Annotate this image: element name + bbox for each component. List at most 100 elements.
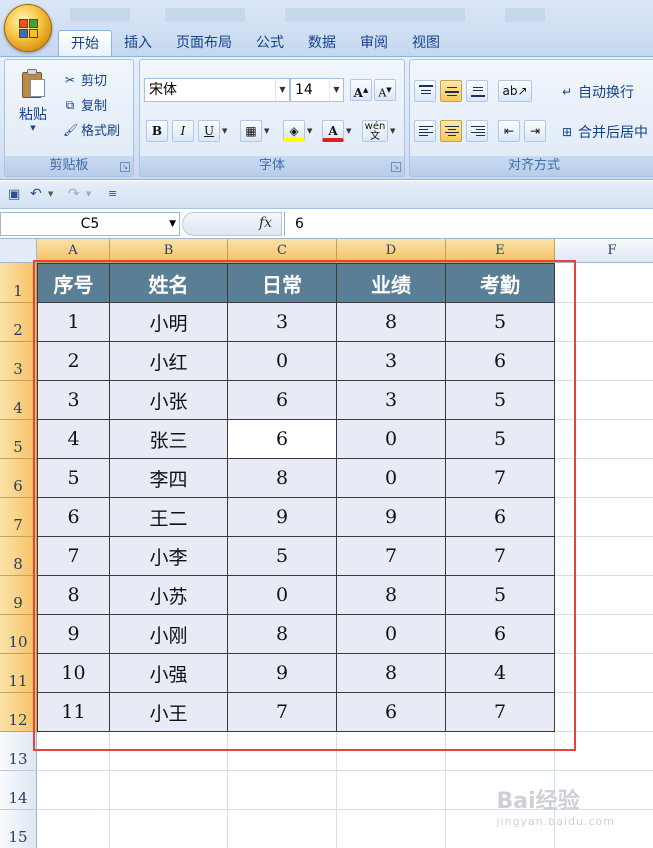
cut-button[interactable]: ✂ 剪切 [63, 70, 107, 90]
underline-button[interactable]: U [198, 120, 220, 142]
table-cell[interactable]: 张三 [110, 420, 228, 459]
font-size-combo[interactable]: 14 ▼ [290, 78, 344, 102]
copy-button[interactable]: ⧉ 复制 [63, 95, 107, 115]
table-cell[interactable]: 9 [228, 654, 337, 693]
tab-home[interactable]: 开始 [58, 30, 112, 56]
table-cell[interactable]: 0 [337, 420, 446, 459]
table-cell[interactable]: 8 [228, 459, 337, 498]
table-cell[interactable]: 5 [446, 303, 555, 342]
table-cell[interactable]: 5 [228, 537, 337, 576]
worksheet-grid[interactable]: A B C D E F 1 2 3 4 5 6 7 8 9 10 11 12 13 14 15 序号 姓名 日常 业绩 考勤 1 小明… [0, 239, 653, 848]
table-cell[interactable]: 6 [446, 498, 555, 537]
column-header-d[interactable]: D [337, 239, 446, 263]
header-cell[interactable]: 考勤 [446, 263, 555, 303]
align-left-button[interactable] [414, 120, 436, 142]
table-cell[interactable]: 2 [37, 342, 110, 381]
column-header-a[interactable]: A [37, 239, 110, 263]
table-cell[interactable]: 6 [37, 498, 110, 537]
table-cell[interactable]: 6 [446, 615, 555, 654]
chevron-down-icon[interactable]: ▼ [346, 120, 355, 142]
table-cell[interactable]: 9 [228, 498, 337, 537]
chevron-down-icon[interactable]: ▼ [264, 120, 273, 142]
row-header-3[interactable]: 3 [0, 342, 37, 381]
align-bottom-button[interactable] [466, 80, 488, 102]
bold-button[interactable]: B [146, 120, 168, 142]
format-painter-button[interactable]: 🖌 格式刷 [63, 120, 120, 140]
column-header-b[interactable]: B [110, 239, 228, 263]
tab-data[interactable]: 数据 [296, 30, 348, 56]
chevron-down-icon[interactable]: ▼ [222, 120, 231, 142]
table-cell[interactable]: 0 [337, 615, 446, 654]
name-box[interactable]: C5 ▼ [0, 212, 180, 236]
italic-button[interactable]: I [172, 120, 194, 142]
orientation-button[interactable]: ab↗ [498, 80, 532, 102]
row-header-11[interactable]: 11 [0, 654, 37, 693]
undo-icon[interactable]: ↶ [30, 186, 42, 202]
chevron-down-icon[interactable]: ▼ [307, 120, 316, 142]
table-cell[interactable]: 小明 [110, 303, 228, 342]
decrease-indent-button[interactable]: ⇤ [498, 120, 520, 142]
align-middle-button[interactable] [440, 80, 462, 102]
table-cell[interactable]: 5 [446, 576, 555, 615]
row-header-8[interactable]: 8 [0, 537, 37, 576]
chevron-down-icon[interactable]: ▼ [390, 120, 399, 142]
table-cell[interactable]: 3 [228, 303, 337, 342]
table-cell[interactable]: 8 [337, 303, 446, 342]
save-icon[interactable]: ▣ [8, 187, 20, 202]
shrink-font-button[interactable]: A▼ [374, 79, 396, 101]
row-header-7[interactable]: 7 [0, 498, 37, 537]
customize-toolbar-icon[interactable]: ≡ [108, 187, 117, 200]
table-cell[interactable]: 8 [337, 576, 446, 615]
table-cell[interactable]: 5 [446, 420, 555, 459]
clipboard-dialog-launcher[interactable]: ↘ [120, 162, 130, 172]
insert-function-icon[interactable]: fx [259, 215, 272, 231]
table-cell[interactable]: 0 [337, 459, 446, 498]
table-cell[interactable]: 7 [337, 537, 446, 576]
table-cell[interactable]: 8 [228, 615, 337, 654]
table-cell[interactable]: 3 [337, 342, 446, 381]
table-cell[interactable]: 小刚 [110, 615, 228, 654]
fill-color-button[interactable]: ◈ [283, 120, 305, 142]
table-cell[interactable]: 8 [37, 576, 110, 615]
row-header-10[interactable]: 10 [0, 615, 37, 654]
formula-input[interactable]: 6 [284, 212, 653, 236]
table-cell[interactable]: 6 [228, 381, 337, 420]
row-header-1[interactable]: 1 [0, 263, 37, 303]
table-cell[interactable]: 小强 [110, 654, 228, 693]
header-cell[interactable]: 序号 [37, 263, 110, 303]
active-cell[interactable]: 6 [228, 420, 337, 459]
align-top-button[interactable] [414, 80, 436, 102]
font-color-button[interactable]: A [322, 120, 344, 142]
table-cell[interactable]: 小苏 [110, 576, 228, 615]
borders-button[interactable]: ▦ [240, 120, 262, 142]
header-cell[interactable]: 业绩 [337, 263, 446, 303]
table-cell[interactable]: 小王 [110, 693, 228, 732]
select-all-corner[interactable] [0, 239, 37, 263]
chevron-down-icon[interactable]: ▼ [275, 79, 289, 101]
table-cell[interactable]: 0 [228, 342, 337, 381]
table-cell[interactable]: 王二 [110, 498, 228, 537]
row-header-9[interactable]: 9 [0, 576, 37, 615]
table-cell[interactable]: 7 [446, 459, 555, 498]
phonetic-guide-button[interactable]: wén 文 [362, 120, 388, 142]
column-header-f[interactable]: F [555, 239, 653, 263]
paste-button[interactable]: 粘贴 ▼ [13, 68, 53, 132]
table-cell[interactable]: 李四 [110, 459, 228, 498]
row-header-15[interactable]: 15 [0, 810, 37, 848]
wrap-text-button[interactable]: ↵ 自动换行 [560, 82, 634, 102]
font-dialog-launcher[interactable]: ↘ [391, 162, 401, 172]
row-header-12[interactable]: 12 [0, 693, 37, 732]
tab-review[interactable]: 审阅 [348, 30, 400, 56]
table-cell[interactable]: 7 [446, 537, 555, 576]
column-header-e[interactable]: E [446, 239, 555, 263]
table-cell[interactable]: 4 [37, 420, 110, 459]
table-cell[interactable]: 10 [37, 654, 110, 693]
row-header-2[interactable]: 2 [0, 303, 37, 342]
chevron-down-icon[interactable]: ▼ [329, 79, 343, 101]
table-cell[interactable]: 小张 [110, 381, 228, 420]
table-cell[interactable]: 9 [337, 498, 446, 537]
row-header-14[interactable]: 14 [0, 771, 37, 810]
row-header-5[interactable]: 5 [0, 420, 37, 459]
table-cell[interactable]: 7 [228, 693, 337, 732]
table-cell[interactable]: 6 [446, 342, 555, 381]
